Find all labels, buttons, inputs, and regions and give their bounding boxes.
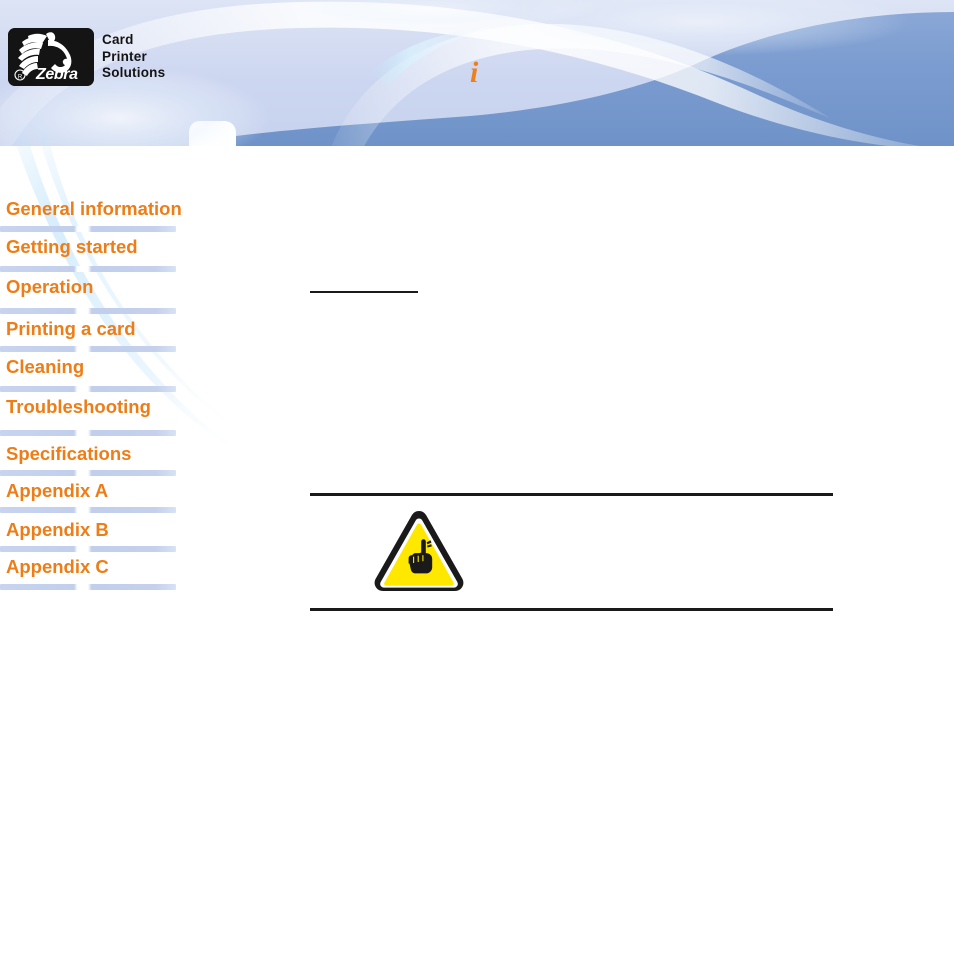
sidebar-divider (0, 308, 176, 314)
sidebar-item-label: Printing a card (6, 318, 136, 339)
banner-orange-glyph: i (470, 56, 479, 89)
sidebar-item-label: Appendix B (6, 519, 109, 540)
warning-triangle-hand-icon (372, 508, 466, 594)
sidebar-item-label: Troubleshooting (6, 396, 151, 417)
sidebar-divider (0, 430, 176, 436)
warning-callout (310, 493, 833, 611)
sidebar-item-operation[interactable]: Operation (0, 276, 230, 306)
sidebar-item-getting-started[interactable]: Getting started (0, 236, 230, 266)
sidebar-item-label: Appendix A (6, 480, 109, 501)
sidebar-divider (0, 226, 176, 232)
sidebar-item-appendix-c[interactable]: Appendix C (0, 556, 230, 586)
sidebar-item-troubleshooting[interactable]: Troubleshooting (0, 396, 230, 426)
warning-rule-top (310, 493, 833, 496)
sidebar-item-label: Operation (6, 276, 94, 297)
document-page: Zebra R Card Printer Solutions i General… (0, 0, 954, 954)
sidebar-item-appendix-b[interactable]: Appendix B (0, 519, 230, 549)
sidebar-divider (0, 470, 176, 476)
sidebar-item-label: General information (6, 198, 182, 219)
brand-line-2: Printer (102, 48, 147, 64)
sidebar-item-printing-a-card[interactable]: Printing a card (0, 318, 230, 348)
zebra-logo: Zebra R (8, 28, 94, 86)
sidebar-divider (0, 546, 176, 552)
sidebar-navigation: General information Getting started Oper… (0, 118, 300, 954)
main-content (300, 150, 954, 954)
warning-rule-bottom (310, 608, 833, 611)
brand-line-3: Solutions (102, 65, 166, 80)
sidebar-divider (0, 584, 176, 590)
sidebar-item-general-information[interactable]: General information (0, 198, 230, 228)
sidebar-item-label: Getting started (6, 236, 138, 257)
brand-line-1: Card (102, 32, 134, 47)
sidebar-item-cleaning[interactable]: Cleaning (0, 356, 230, 386)
sidebar-divider (0, 386, 176, 392)
sidebar-item-label: Specifications (6, 443, 132, 464)
sidebar-divider (0, 346, 176, 352)
zebra-head-icon: Zebra R (8, 28, 94, 86)
sidebar-item-appendix-a[interactable]: Appendix A (0, 480, 230, 510)
sidebar-divider (0, 266, 176, 272)
svg-text:Zebra: Zebra (35, 66, 78, 83)
page-banner: Zebra R Card Printer Solutions i (0, 0, 954, 150)
sidebar-item-specifications[interactable]: Specifications (0, 443, 230, 473)
section-heading-underline (310, 291, 418, 293)
sidebar-item-label: Cleaning (6, 356, 85, 377)
sidebar-divider (0, 507, 176, 513)
brand-wordmark: Card Printer Solutions (102, 32, 282, 82)
sidebar-item-label: Appendix C (6, 556, 109, 577)
svg-text:R: R (18, 74, 23, 80)
